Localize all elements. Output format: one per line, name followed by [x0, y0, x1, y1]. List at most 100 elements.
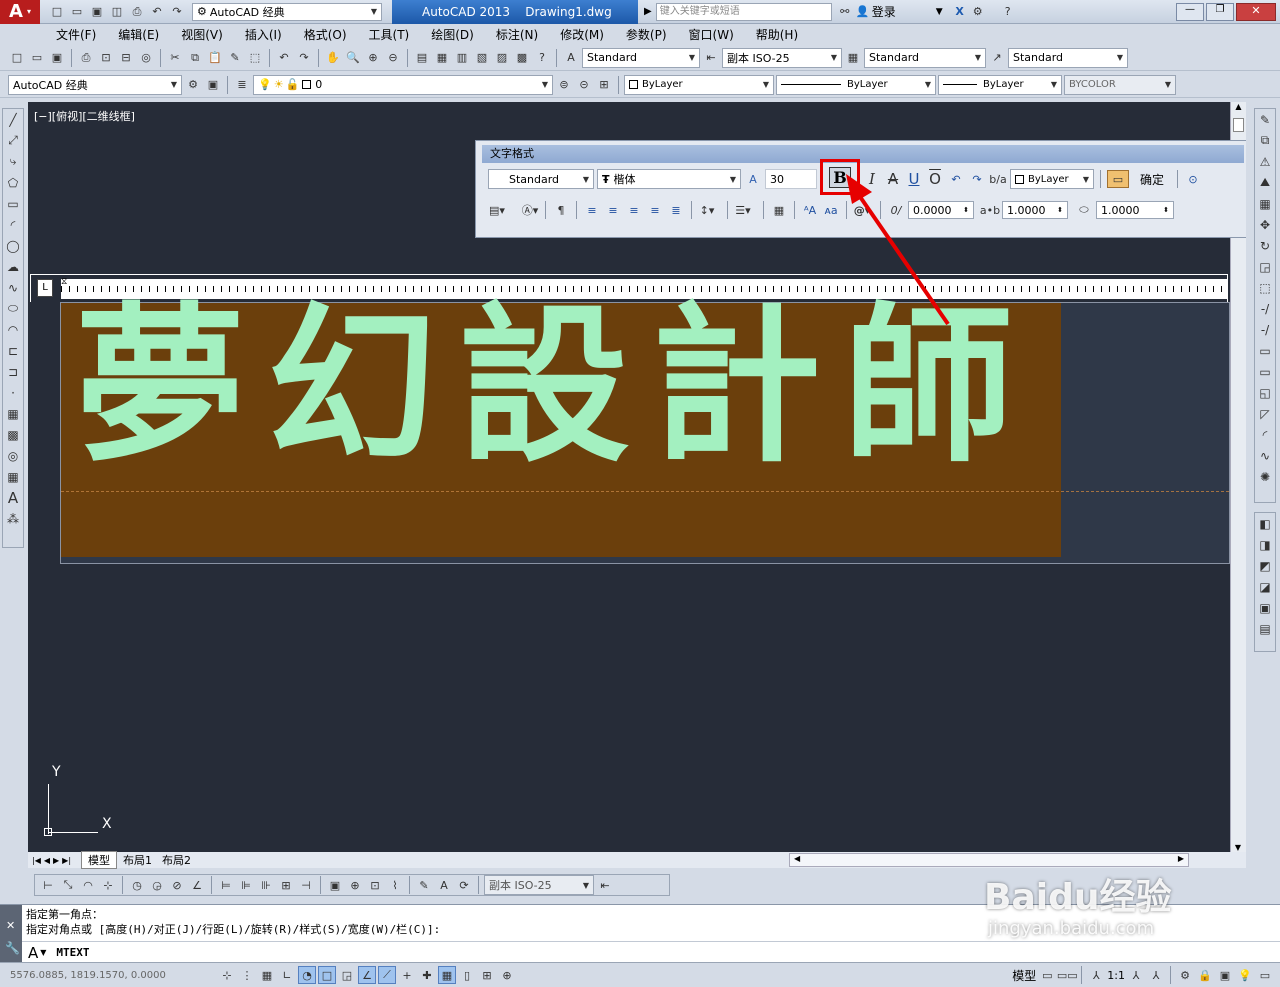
stretch-icon[interactable]: ⬚ — [1255, 277, 1275, 298]
redo-icon[interactable]: ↷ — [168, 3, 186, 21]
clean-screen-icon[interactable]: ▭ — [1256, 966, 1274, 984]
new-icon[interactable]: □ — [48, 3, 66, 21]
stack-icon[interactable]: b/a — [989, 170, 1007, 188]
plotstyle-dropdown[interactable]: BYCOLOR ▼ — [1064, 74, 1176, 95]
minimize-button[interactable]: — — [1176, 2, 1204, 21]
table-style-dropdown[interactable]: Standard ▼ — [864, 47, 986, 68]
menu-draw[interactable]: 绘图(D) — [431, 26, 474, 43]
redo-icon[interactable]: ↷ — [295, 49, 313, 67]
coordinates-readout[interactable]: 5576.0885, 1819.1570, 0.0000 — [10, 970, 216, 981]
login-link[interactable]: 登录 — [872, 3, 896, 20]
workspace-settings-icon[interactable]: ⚙ — [184, 76, 202, 94]
make-block-icon[interactable]: ⊐ — [3, 361, 23, 382]
osnap-icon[interactable]: □ — [318, 966, 336, 984]
dim-style-icon[interactable]: ⇤ — [702, 49, 720, 67]
zoom-previous-icon[interactable]: ⊖ — [384, 49, 402, 67]
drawing-canvas[interactable]: [−][俯视][二维线框] ▲ ▼ L ⧖ 夢幻設計師 文字格式 Standar… — [28, 102, 1246, 852]
line-icon[interactable]: ╱ — [3, 109, 23, 130]
fillet-icon[interactable]: ◜ — [1255, 424, 1275, 445]
join-icon[interactable]: ◱ — [1255, 382, 1275, 403]
scale-icon[interactable]: ◲ — [1255, 256, 1275, 277]
ordinate-icon[interactable]: ⊹ — [99, 876, 117, 894]
distribute-icon[interactable]: ≣ — [667, 201, 685, 219]
scroll-thumb[interactable] — [1233, 118, 1244, 132]
grid-icon[interactable]: ▦ — [258, 966, 276, 984]
tab-nav-next-icon[interactable]: ▶ — [53, 856, 59, 865]
arc-icon[interactable]: ◜ — [3, 214, 23, 235]
dim-space-icon[interactable]: ⊞ — [277, 876, 295, 894]
mleader-style-dropdown[interactable]: Standard ▼ — [1008, 47, 1128, 68]
save-icon[interactable]: ▣ — [88, 3, 106, 21]
mtext-style-dropdown[interactable]: Standard ▼ — [488, 169, 594, 189]
workspace-switch-icon[interactable]: ⚙ — [1176, 966, 1194, 984]
connect-icon[interactable]: ⚙ — [969, 3, 987, 21]
tracking-icon[interactable]: a•b — [980, 201, 1000, 219]
justify-icon[interactable]: ≡ — [646, 201, 664, 219]
scroll-right-icon[interactable]: ▶ — [1178, 854, 1184, 863]
tolerance-icon[interactable]: ▣ — [326, 876, 344, 894]
mtext-icon[interactable]: A — [3, 487, 23, 508]
baseline-icon[interactable]: ⊫ — [237, 876, 255, 894]
zoom-window-icon[interactable]: ⊕ — [364, 49, 382, 67]
trim-icon[interactable]: -/ — [1255, 298, 1275, 319]
isolate-objects-icon[interactable]: 💡 — [1236, 966, 1254, 984]
snap-icon[interactable]: ⋮ — [238, 966, 256, 984]
annotation-scale-value[interactable]: 1:1 — [1107, 969, 1125, 982]
angular-icon[interactable]: ∠ — [188, 876, 206, 894]
infer-icon[interactable]: ⊹ — [218, 966, 236, 984]
undo-icon[interactable]: ↶ — [275, 49, 293, 67]
mtext-justify-icon[interactable]: Ⓐ▾ — [521, 201, 539, 219]
tab-layout1[interactable]: 布局1 — [119, 852, 156, 868]
lwt-icon[interactable]: ✚ — [418, 966, 436, 984]
move-icon[interactable]: ✥ — [1255, 214, 1275, 235]
menu-file[interactable]: 文件(F) — [56, 26, 96, 43]
ellipse-arc-icon[interactable]: ◠ — [3, 319, 23, 340]
mirror-icon[interactable]: ⚠ — [1255, 151, 1275, 172]
pan-icon[interactable]: ✋ — [324, 49, 342, 67]
table-icon[interactable]: ▦ — [3, 466, 23, 487]
layer-manager-icon[interactable]: ≣ — [233, 76, 251, 94]
jogged-icon[interactable]: ◶ — [148, 876, 166, 894]
paste-icon[interactable]: 📋 — [206, 49, 224, 67]
offset-icon[interactable]: ⛰ — [1255, 172, 1275, 193]
dim-style-manager-icon[interactable]: ⇤ — [596, 876, 614, 894]
align-left-icon[interactable]: ≡ — [583, 201, 601, 219]
annotation-scale-icon[interactable]: ⅄ — [1087, 966, 1105, 984]
close-button[interactable]: ✕ — [1236, 2, 1276, 21]
text-format-title[interactable]: 文字格式 — [482, 145, 1244, 163]
columns-icon[interactable]: ▤▾ — [488, 201, 506, 219]
workspace-dropdown[interactable]: ⚙ AutoCAD 经典 ▼ — [192, 2, 382, 21]
ruler-indent-icon[interactable]: ⧖ — [61, 277, 67, 287]
color-dropdown[interactable]: ByLayer ▼ — [624, 74, 774, 95]
lineweight-dropdown[interactable]: ByLayer ▼ — [938, 74, 1062, 95]
markup-icon[interactable]: ▨ — [493, 49, 511, 67]
menu-modify[interactable]: 修改(M) — [560, 26, 604, 43]
menu-dimension[interactable]: 标注(N) — [496, 26, 538, 43]
align-center-icon[interactable]: ≡ — [604, 201, 622, 219]
continue-icon[interactable]: ⊪ — [257, 876, 275, 894]
redo-icon[interactable]: ↷ — [968, 170, 986, 188]
dim-break-icon[interactable]: ⊣ — [297, 876, 315, 894]
text-front-icon[interactable]: ▣ — [1255, 597, 1275, 618]
hatch-back-icon[interactable]: ▤ — [1255, 618, 1275, 639]
sc-icon[interactable]: ⊞ — [478, 966, 496, 984]
quick-view-layouts-icon[interactable]: ▭ — [1038, 966, 1056, 984]
properties-icon[interactable]: ▤ — [413, 49, 431, 67]
dyn-icon[interactable]: + — [398, 966, 416, 984]
add-selected-icon[interactable]: ⁂ — [3, 508, 23, 529]
ducs-icon[interactable]: ⟋ — [378, 966, 396, 984]
new-icon[interactable]: □ — [8, 49, 26, 67]
uppercase-icon[interactable]: ᴬA — [801, 201, 819, 219]
match-prop-icon[interactable]: ✎ — [226, 49, 244, 67]
search-input[interactable]: 键入关键字或短语 — [655, 2, 832, 21]
command-settings-icon[interactable]: 🔧 — [5, 941, 20, 955]
jogged-linear-icon[interactable]: ⌇ — [386, 876, 404, 894]
dim-text-edit-icon[interactable]: A — [435, 876, 453, 894]
send-under-icon[interactable]: ◪ — [1255, 576, 1275, 597]
table-style-icon[interactable]: ▦ — [844, 49, 862, 67]
text-color-dropdown[interactable]: ByLayer ▼ — [1010, 169, 1094, 189]
scroll-left-icon[interactable]: ◀ — [794, 854, 800, 863]
bring-above-icon[interactable]: ◩ — [1255, 555, 1275, 576]
diameter-icon[interactable]: ⊘ — [168, 876, 186, 894]
zoom-realtime-icon[interactable]: 🔍 — [344, 49, 362, 67]
